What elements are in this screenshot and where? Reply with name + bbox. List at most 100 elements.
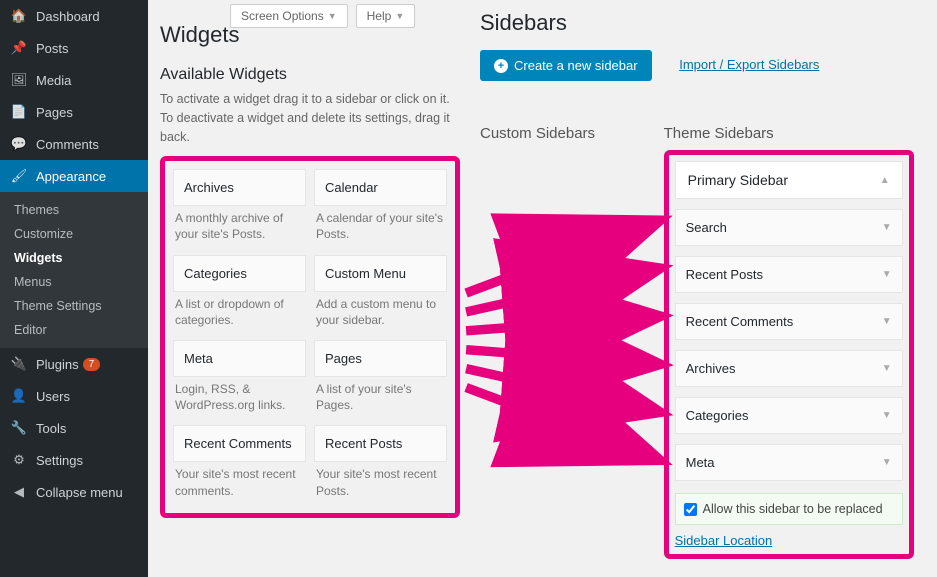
widget-handle[interactable]: Custom Menu	[314, 255, 447, 292]
triangle-up-icon: ▲	[880, 175, 890, 186]
sidebar-widget-label: Search	[686, 220, 727, 235]
widget-handle[interactable]: Recent Comments	[173, 425, 306, 462]
admin-menu-posts[interactable]: 📌 Posts	[0, 32, 148, 64]
available-widget-custom-menu: Custom MenuAdd a custom menu to your sid…	[314, 255, 447, 334]
menu-icon: ⚙	[10, 452, 28, 468]
menu-label: Posts	[36, 41, 69, 56]
widget-description: Your site's most recent comments.	[173, 462, 306, 504]
available-widgets-grid: ArchivesA monthly archive of your site's…	[173, 169, 447, 505]
page-title: Widgets	[160, 22, 460, 48]
available-widget-recent-posts: Recent PostsYour site's most recent Post…	[314, 425, 447, 504]
available-widgets-highlight: ArchivesA monthly archive of your site's…	[160, 156, 460, 518]
available-widget-categories: CategoriesA list or dropdown of categori…	[173, 255, 306, 334]
sidebar-widget-label: Archives	[686, 361, 736, 376]
primary-sidebar-title: Primary Sidebar	[688, 172, 788, 188]
import-export-link[interactable]: Import / Export Sidebars	[679, 57, 819, 72]
triangle-down-icon: ▼	[882, 457, 892, 468]
create-sidebar-button[interactable]: + Create a new sidebar	[480, 50, 652, 81]
admin-menu-pages[interactable]: 📄 Pages	[0, 96, 148, 128]
submenu-customize[interactable]: Customize	[0, 222, 148, 246]
menu-icon: 🔧	[10, 420, 28, 436]
available-widget-pages: PagesA list of your site's Pages.	[314, 340, 447, 419]
sidebar-location-link[interactable]: Sidebar Location	[675, 533, 773, 548]
submenu-themes[interactable]: Themes	[0, 198, 148, 222]
widget-description: Your site's most recent Posts.	[314, 462, 447, 504]
primary-sidebar-widget-list: Search▼Recent Posts▼Recent Comments▼Arch…	[675, 209, 903, 481]
triangle-down-icon: ▼	[882, 316, 892, 327]
collapse-icon: ◀	[10, 484, 28, 500]
submenu-menus[interactable]: Menus	[0, 270, 148, 294]
appearance-submenu: ThemesCustomizeWidgetsMenusTheme Setting…	[0, 192, 148, 348]
allow-replace-row[interactable]: Allow this sidebar to be replaced	[675, 493, 903, 525]
collapse-menu-button[interactable]: ◀ Collapse menu	[0, 476, 148, 508]
menu-label: Pages	[36, 105, 73, 120]
admin-menu-media[interactable]: 🖼 Media	[0, 64, 148, 96]
submenu-editor[interactable]: Editor	[0, 318, 148, 342]
menu-label: Settings	[36, 453, 83, 468]
menu-icon: 🖌	[10, 168, 28, 184]
triangle-down-icon: ▼	[882, 410, 892, 421]
submenu-widgets[interactable]: Widgets	[0, 246, 148, 270]
widget-handle[interactable]: Recent Posts	[314, 425, 447, 462]
allow-replace-checkbox[interactable]	[684, 503, 697, 516]
custom-sidebars-heading: Custom Sidebars	[480, 125, 650, 142]
menu-icon: 💬	[10, 136, 28, 152]
menu-label: Dashboard	[36, 9, 100, 24]
admin-menu-appearance[interactable]: 🖌 Appearance	[0, 160, 148, 192]
admin-menu-comments[interactable]: 💬 Comments	[0, 128, 148, 160]
sidebar-widget-archives[interactable]: Archives ▼	[675, 350, 903, 387]
widget-description: A monthly archive of your site's Posts.	[173, 206, 306, 248]
widget-description: Add a custom menu to your sidebar.	[314, 292, 447, 334]
admin-menu-tools[interactable]: 🔧 Tools	[0, 412, 148, 444]
sidebar-widget-recent-comments[interactable]: Recent Comments ▼	[675, 303, 903, 340]
sidebars-title: Sidebars	[480, 10, 930, 36]
sidebar-widget-label: Meta	[686, 455, 715, 470]
menu-label: Comments	[36, 137, 99, 152]
widget-description: A calendar of your site's Posts.	[314, 206, 447, 248]
sidebar-widget-categories[interactable]: Categories ▼	[675, 397, 903, 434]
widget-description: A list or dropdown of categories.	[173, 292, 306, 334]
sidebars-pane: Sidebars + Create a new sidebar Import /…	[480, 0, 930, 559]
plus-icon: +	[494, 59, 508, 73]
available-widget-recent-comments: Recent CommentsYour site's most recent c…	[173, 425, 306, 504]
menu-icon: 📄	[10, 104, 28, 120]
menu-label: Appearance	[36, 169, 106, 184]
admin-menu-dashboard[interactable]: 🏠 Dashboard	[0, 0, 148, 32]
available-widget-meta: MetaLogin, RSS, & WordPress.org links.	[173, 340, 306, 419]
menu-icon: 🖼	[10, 72, 28, 88]
widgets-main: Widgets Available Widgets To activate a …	[160, 0, 460, 518]
available-widget-calendar: CalendarA calendar of your site's Posts.	[314, 169, 447, 248]
widget-handle[interactable]: Meta	[173, 340, 306, 377]
admin-sidebar: 🏠 Dashboard 📌 Posts 🖼 Media 📄 Pages 💬 Comments 🖌 Ap…	[0, 0, 148, 577]
sidebar-widget-label: Recent Posts	[686, 267, 763, 282]
available-widgets-heading: Available Widgets	[160, 66, 460, 84]
submenu-theme-settings[interactable]: Theme Settings	[0, 294, 148, 318]
sidebar-widget-search[interactable]: Search▼	[675, 209, 903, 246]
widget-description: A list of your site's Pages.	[314, 377, 447, 419]
triangle-down-icon: ▼	[882, 363, 892, 374]
theme-sidebars-heading: Theme Sidebars	[664, 125, 914, 142]
widget-handle[interactable]: Categories	[173, 255, 306, 292]
available-widgets-help: To activate a widget drag it to a sideba…	[160, 90, 460, 146]
menu-icon: 📌	[10, 40, 28, 56]
sidebar-widget-meta[interactable]: Meta ▼	[675, 444, 903, 481]
primary-sidebar-highlight: Primary Sidebar ▲ Search▼Recent Posts▼Re…	[664, 150, 914, 559]
sidebar-widget-label: Categories	[686, 408, 749, 423]
widget-handle[interactable]: Pages	[314, 340, 447, 377]
menu-label: Media	[36, 73, 71, 88]
admin-menu-plugins[interactable]: 🔌Plugins7	[0, 348, 148, 380]
sidebar-widget-recent-posts[interactable]: Recent Posts▼	[675, 256, 903, 293]
sidebar-widget-label: Recent Comments	[686, 314, 794, 329]
collapse-label: Collapse menu	[36, 485, 123, 500]
primary-sidebar-header[interactable]: Primary Sidebar ▲	[675, 161, 903, 199]
menu-label: Plugins	[36, 357, 79, 372]
menu-label: Users	[36, 389, 70, 404]
widget-handle[interactable]: Archives	[173, 169, 306, 206]
menu-icon: 🏠	[10, 8, 28, 24]
widget-handle[interactable]: Calendar	[314, 169, 447, 206]
admin-menu-settings[interactable]: ⚙ Settings	[0, 444, 148, 476]
available-widget-archives: ArchivesA monthly archive of your site's…	[173, 169, 306, 248]
admin-menu-users[interactable]: 👤Users	[0, 380, 148, 412]
menu-label: Tools	[36, 421, 66, 436]
allow-replace-label: Allow this sidebar to be replaced	[703, 502, 883, 516]
